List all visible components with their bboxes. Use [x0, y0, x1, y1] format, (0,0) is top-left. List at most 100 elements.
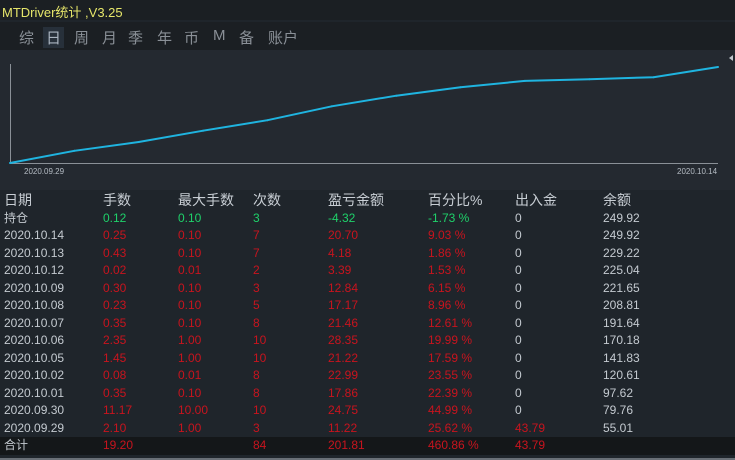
balance-line	[9, 66, 719, 164]
cell-balance: 79.76	[603, 403, 634, 417]
cell-balance: 249.92	[603, 210, 640, 225]
cell-lots: 2.10	[103, 420, 127, 435]
position-row: 持仓 0.12 0.10 3 -4.32 -1.73 % 0 249.92	[0, 210, 735, 228]
cell-lots: 0.43	[103, 245, 127, 260]
cell-lots: 1.45	[103, 350, 127, 365]
tab-1[interactable]: 日	[43, 27, 65, 48]
tab-3[interactable]: 月	[99, 27, 120, 48]
cell-flow: 0	[515, 333, 522, 347]
total-pct: 460.86 %	[428, 438, 479, 452]
data-point	[652, 76, 655, 79]
data-point	[266, 119, 269, 122]
cell-count: 10	[253, 333, 267, 347]
cell-balance: 141.83	[603, 350, 640, 365]
chart-svg: 2020.09.29 2020.10.14	[9, 55, 733, 176]
cell-lots: 0.35	[103, 385, 127, 400]
cell-balance: 225.04	[603, 263, 640, 277]
table-row: 2020.09.29 2.10 1.00 3 11.22 25.62 % 43.79 55.0…	[0, 420, 735, 438]
cell-pnl: -4.32	[328, 210, 356, 225]
tab-7[interactable]: M	[210, 27, 229, 44]
app-title: MTDriver统计 ,V3.25	[2, 5, 123, 20]
data-point	[459, 86, 462, 89]
cell-balance: 229.22	[603, 245, 640, 260]
header-3: 次数	[253, 192, 281, 208]
cell-date: 2020.09.30	[4, 403, 65, 417]
title-bar: MTDriver统计 ,V3.25	[0, 0, 735, 20]
cell-count: 2	[253, 263, 260, 277]
tab-4[interactable]: 季	[125, 27, 146, 48]
cell-count: 3	[253, 420, 260, 435]
cell-balance: 191.64	[603, 315, 640, 330]
total-lots: 19.20	[103, 438, 134, 452]
cell-date: 2020.10.08	[4, 298, 65, 312]
cell-max_lots: 0.01	[178, 263, 202, 277]
cell-pnl: 28.35	[328, 333, 359, 347]
table-row: 2020.10.05 1.45 1.00 10 21.22 17.59 % 0 141.83	[0, 350, 735, 368]
cell-date: 2020.10.05	[4, 350, 65, 365]
tab-5[interactable]: 年	[154, 27, 175, 48]
total-row: 合计 19.20 84 201.81 460.86 % 43.79	[0, 437, 735, 455]
cell-max_lots: 1.00	[178, 333, 202, 347]
cell-flow: 0	[515, 403, 522, 417]
cell-lots: 0.23	[103, 298, 127, 312]
table-row: 2020.10.02 0.08 0.01 8 22.99 23.55 % 0 120.61	[0, 367, 735, 385]
table-row: 2020.10.07 0.35 0.10 8 21.46 12.61 % 0 191.64	[0, 315, 735, 333]
table-header: 日期 手数 最大手数 次数 盈亏金额 百分比% 出入金 余额	[0, 192, 735, 210]
cell-count: 10	[253, 350, 267, 365]
tab-8[interactable]: 备	[236, 27, 257, 48]
row-label: 持仓	[4, 210, 29, 225]
cell-pct: 23.55 %	[428, 368, 473, 382]
cell-pnl: 3.39	[328, 263, 352, 277]
table-row: 2020.10.09 0.30 0.10 3 12.84 6.15 % 0 221.65	[0, 280, 735, 298]
tab-9[interactable]: 账户	[265, 27, 301, 48]
cell-max_lots: 0.10	[178, 315, 202, 330]
cell-lots: 11.17	[103, 403, 133, 417]
cell-max_lots: 0.10	[178, 228, 202, 242]
tab-6[interactable]: 币	[181, 27, 202, 48]
table-row: 2020.10.12 0.02 0.01 2 3.39 1.53 % 0 225.04	[0, 262, 735, 280]
cell-max_lots: 0.01	[178, 368, 202, 382]
table-row: 2020.09.30 11.17 10.00 10 24.75 44.99 % 0 79.76	[0, 402, 735, 420]
header-0: 日期	[4, 192, 32, 208]
cell-pct: 44.99 %	[428, 403, 473, 417]
cell-max_lots: 0.10	[178, 245, 202, 260]
tab-2[interactable]: 周	[71, 27, 92, 48]
table-row: 2020.10.06 2.35 1.00 10 28.35 19.99 % 0 170.18	[0, 332, 735, 350]
balance-chart: 2020.09.29 2020.10.14	[0, 50, 735, 190]
cell-pct: 9.03 %	[428, 228, 466, 242]
cell-count: 8	[253, 368, 260, 382]
x-tick-end: 2020.10.14	[677, 167, 718, 176]
cell-max_lots: 0.10	[178, 210, 202, 225]
cell-pct: 1.53 %	[428, 263, 466, 277]
cell-date: 2020.10.01	[4, 385, 65, 400]
table-row: 2020.10.13 0.43 0.10 7 4.18 1.86 % 0 229.22	[0, 245, 735, 263]
header-2: 最大手数	[178, 192, 234, 208]
cell-max_lots: 10.00	[178, 403, 209, 417]
cell-flow: 43.79	[515, 420, 546, 435]
tab-0[interactable]: 综	[16, 27, 37, 48]
cell-balance: 97.62	[603, 385, 634, 400]
cell-date: 2020.10.06	[4, 333, 65, 347]
data-point	[395, 94, 398, 97]
cell-max_lots: 0.10	[178, 298, 202, 312]
header-5: 百分比%	[428, 192, 483, 208]
cell-balance: 55.01	[603, 420, 634, 435]
cell-date: 2020.10.07	[4, 315, 65, 330]
cell-balance: 208.81	[603, 298, 640, 312]
cell-balance: 170.18	[603, 333, 640, 347]
cell-flow: 0	[515, 245, 522, 260]
cell-max_lots: 0.10	[178, 280, 202, 295]
table-row: 2020.10.01 0.35 0.10 8 17.86 22.39 % 0 97.62	[0, 385, 735, 403]
data-point	[523, 79, 526, 82]
scroll-arrow-icon[interactable]	[729, 55, 733, 61]
cell-pct: 19.99 %	[428, 333, 473, 347]
cell-pnl: 17.86	[328, 385, 359, 400]
cell-pnl: 21.22	[328, 350, 359, 365]
data-point	[9, 162, 11, 164]
cell-flow: 0	[515, 315, 522, 330]
cell-pnl: 11.22	[328, 420, 358, 435]
cell-count: 5	[253, 298, 260, 312]
cell-balance: 249.92	[603, 228, 640, 242]
cell-lots: 0.12	[103, 210, 127, 225]
data-point	[588, 78, 591, 81]
